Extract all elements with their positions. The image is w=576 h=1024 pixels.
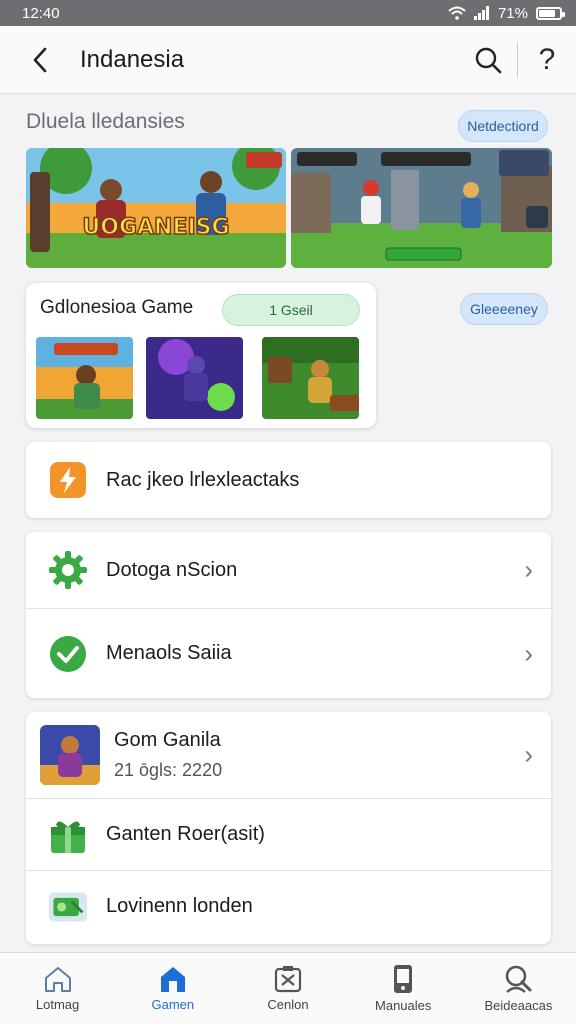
chevron-right-icon: ›: [524, 638, 533, 668]
battery-percent: 71%: [497, 4, 528, 22]
menu-item-manuals[interactable]: Menaols Saiia ›: [26, 608, 551, 698]
help-icon: ?: [538, 42, 556, 76]
menu-item-game-sub: 21 ōgls: 2220: [114, 760, 223, 780]
menu-item-quick-label: Rac jkeo lrlexleactaks: [106, 468, 300, 491]
featured-game-title: Gdlonesioa Game: [40, 297, 194, 318]
nav-home-label: Lotmag: [35, 997, 80, 1012]
search-icon: [475, 47, 502, 73]
featured-game-pill[interactable]: 1 Gseil: [222, 294, 360, 326]
back-button[interactable]: [0, 26, 80, 94]
section-title: Dluela lledansies: [26, 110, 185, 133]
chevron-right-icon: ›: [524, 739, 533, 770]
status-time: 12:40: [22, 4, 60, 22]
game-banner-2[interactable]: [291, 148, 552, 268]
ticket-icon: [48, 887, 88, 927]
page-title: Indanesia: [80, 45, 185, 73]
menu-item-game-label: Gom Ganila: [114, 729, 221, 751]
menu-item-gift-label: Ganten Roer(asit): [106, 823, 265, 845]
menu-item-settings-label: Dotoga nScion: [106, 558, 238, 581]
app-header: Indanesia ?: [0, 26, 576, 94]
game-avatar: [40, 725, 100, 785]
thumbnail-1-art: [36, 337, 133, 419]
store-icon: [160, 967, 185, 992]
nav-games[interactable]: Gamen: [115, 953, 230, 1024]
menu-item-download[interactable]: Lovinenn londen: [26, 870, 551, 942]
gear-icon: [48, 550, 88, 590]
bottom-navigation: Lotmag Gamen Cenlon Manuales Beideaacas: [0, 952, 576, 1024]
menu-item-download-label: Lovinenn londen: [106, 895, 253, 917]
menu-item-quick[interactable]: Rac jkeo lrlexleactaks: [26, 442, 551, 518]
menu-item-settings[interactable]: Dotoga nScion ›: [26, 532, 551, 608]
profile-icon: [506, 965, 532, 993]
game-thumbnail-1[interactable]: [36, 337, 133, 419]
signal-icon: [473, 6, 489, 20]
nav-home[interactable]: Lotmag: [0, 953, 115, 1024]
section-badge-button[interactable]: Netdectiord: [458, 110, 548, 142]
thumbnail-2-art: [146, 337, 243, 419]
wifi-icon: [448, 6, 466, 20]
side-pill-button[interactable]: Gleeeeney: [460, 293, 548, 325]
game-banner-1[interactable]: UOGANEISG: [26, 148, 286, 268]
status-bar: 12:40 71%: [0, 0, 576, 26]
nav-center[interactable]: Cenlon: [230, 953, 345, 1024]
game-thumbnail-3[interactable]: [262, 337, 359, 419]
thumbnail-3-art: [262, 337, 359, 419]
chevron-right-icon: ›: [524, 554, 533, 585]
gift-icon: [48, 815, 88, 855]
nav-manuals-label: Manuales: [375, 998, 432, 1013]
menu-card-3: Gom Ganila 21 ōgls: 2220 › Ganten Roer(a…: [26, 712, 551, 944]
game-thumbnail-2[interactable]: [146, 337, 243, 419]
banner-1-art: UOGANEISG: [26, 148, 286, 268]
banner-2-art: [291, 148, 552, 268]
battery-icon: [536, 6, 565, 20]
nav-profile-label: Beideaacas: [484, 998, 553, 1013]
nav-manuals[interactable]: Manuales: [346, 953, 461, 1024]
nav-profile[interactable]: Beideaacas: [461, 953, 576, 1024]
check-icon: [48, 634, 88, 674]
menu-item-game[interactable]: Gom Ganila 21 ōgls: 2220 ›: [26, 712, 551, 798]
search-button[interactable]: [459, 26, 517, 94]
nav-center-label: Cenlon: [267, 997, 309, 1012]
nav-games-label: Gamen: [151, 997, 195, 1012]
lightning-icon: [48, 460, 88, 500]
banner-1-logo-text: UOGANEISG: [82, 215, 229, 240]
menu-item-gift[interactable]: Ganten Roer(asit): [26, 798, 551, 870]
help-button[interactable]: ?: [518, 26, 576, 94]
menu-card-2: Dotoga nScion › Menaols Saiia ›: [26, 532, 551, 698]
box-icon: [274, 966, 302, 993]
chevron-left-icon: [33, 47, 47, 72]
phone-icon: [394, 965, 413, 993]
home-icon: [44, 967, 71, 992]
featured-game-card[interactable]: Gdlonesioa Game 1 Gseil: [26, 283, 376, 428]
menu-card-1: Rac jkeo lrlexleactaks: [26, 442, 551, 518]
menu-item-manuals-label: Menaols Saiia: [106, 642, 232, 664]
